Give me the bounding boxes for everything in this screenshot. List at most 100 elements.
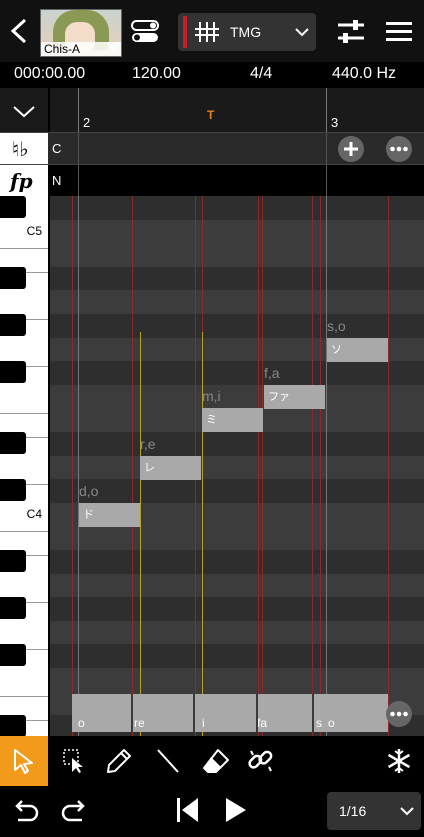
grid-line: [72, 196, 73, 736]
pitch-lane[interactable]: [50, 573, 424, 599]
chord-row[interactable]: ♮♭ C: [0, 132, 424, 165]
black-key[interactable]: [0, 550, 26, 572]
tempo-display[interactable]: 120.00: [132, 65, 181, 83]
note-lyric: s,o: [327, 317, 346, 334]
grid-line: [312, 196, 313, 736]
pitch-lane[interactable]: [50, 479, 424, 504]
pitch-lane[interactable]: [50, 266, 424, 292]
note-block[interactable]: ソ: [327, 337, 388, 362]
black-key[interactable]: [0, 196, 26, 218]
black-key[interactable]: [0, 644, 26, 667]
toggle-icon[interactable]: [131, 20, 159, 44]
undo-icon[interactable]: [12, 798, 40, 822]
more-options-icon[interactable]: [385, 700, 413, 728]
phoneme-divider: [312, 694, 314, 732]
pencil-icon[interactable]: [106, 748, 132, 774]
black-key[interactable]: [0, 715, 26, 736]
note-lyric: f,a: [264, 364, 280, 381]
measure-label: 3: [331, 115, 339, 130]
dynamics-button[interactable]: fp: [0, 165, 48, 196]
time-signature-display[interactable]: 4/4: [250, 65, 272, 83]
add-button[interactable]: [337, 135, 365, 163]
black-key[interactable]: [0, 432, 26, 454]
pitch-lane[interactable]: [50, 314, 424, 339]
chevron-down-icon[interactable]: [106, 40, 120, 52]
timeline-ruler[interactable]: 2 3 T: [50, 88, 424, 132]
track-name: TMG: [230, 24, 262, 40]
arrow-cursor-icon: [13, 748, 35, 774]
measure-label: 2: [83, 115, 91, 130]
black-key[interactable]: [0, 314, 26, 336]
c5-label: C5: [26, 223, 42, 238]
pitch-lane[interactable]: [50, 196, 424, 221]
sliders-icon[interactable]: [337, 19, 365, 45]
pitch-lane[interactable]: [50, 290, 424, 315]
quantize-select[interactable]: 1/16: [327, 792, 421, 830]
chevron-left-icon[interactable]: [8, 17, 30, 45]
grid-line: [78, 196, 79, 736]
note-block[interactable]: ミ: [202, 408, 263, 433]
range-select-icon[interactable]: [62, 748, 86, 774]
select-tool-button[interactable]: [0, 736, 48, 786]
note-block[interactable]: レ: [140, 455, 201, 480]
black-key[interactable]: [0, 361, 26, 384]
dynamics-row[interactable]: fp N: [0, 164, 424, 197]
info-bar: 000:00.00 120.00 4/4 440.0 Hz: [0, 62, 424, 88]
redo-icon[interactable]: [60, 798, 88, 822]
phoneme-divider: [131, 694, 133, 732]
key-signature-button[interactable]: ♮♭: [0, 133, 48, 164]
grid-line: [320, 196, 321, 736]
pitch-lane[interactable]: [50, 597, 424, 622]
eraser-icon[interactable]: [202, 748, 230, 774]
phoneme-label[interactable]: re: [134, 716, 145, 730]
time-display[interactable]: 000:00.00: [14, 65, 85, 83]
grid-line: [258, 196, 259, 736]
phoneme-label[interactable]: o: [78, 716, 85, 730]
phoneme-label[interactable]: fa: [257, 716, 267, 730]
black-key[interactable]: [0, 266, 26, 289]
sharp-flat-icon: ♮♭: [12, 137, 29, 161]
phoneme-divider: [256, 694, 258, 732]
pitch-lane[interactable]: [50, 219, 424, 245]
note-lyric: m,i: [202, 388, 221, 405]
grid-line: [262, 196, 263, 736]
link-icon[interactable]: [247, 748, 275, 774]
grid-line: [388, 196, 389, 736]
phoneme-label[interactable]: o: [328, 716, 335, 730]
line-icon[interactable]: [155, 748, 181, 774]
svg-text:♮♭: ♮♭: [12, 137, 29, 161]
piano-roll-grid[interactable]: d,o ド r,e レ m,i ミ f,a ファ s,o ソ o re i fa s o: [50, 196, 424, 736]
pitch-lane[interactable]: [50, 526, 424, 551]
play-icon[interactable]: [224, 797, 248, 823]
c4-label: C4: [26, 506, 42, 521]
note-block[interactable]: ファ: [264, 384, 325, 409]
pitch-lane[interactable]: [50, 644, 424, 669]
pitch-lane[interactable]: [50, 243, 424, 268]
more-options-icon[interactable]: [385, 135, 413, 163]
phoneme-bar[interactable]: [72, 694, 388, 732]
pitch-lane[interactable]: [50, 620, 424, 646]
tempo-marker[interactable]: T: [207, 108, 214, 122]
phoneme-label[interactable]: i: [202, 716, 205, 730]
transport-bar: 1/16: [0, 786, 424, 837]
top-bar: Chis-A TMG: [0, 0, 424, 62]
note-boundary-line: [140, 332, 141, 736]
skip-to-start-icon[interactable]: [176, 797, 200, 823]
track-selector[interactable]: TMG: [178, 13, 316, 51]
collapse-button[interactable]: [0, 88, 50, 132]
pitch-lane[interactable]: [50, 432, 424, 457]
pitch-lane[interactable]: [50, 668, 424, 693]
phoneme-label[interactable]: s: [316, 716, 322, 730]
snowflake-icon[interactable]: [386, 748, 412, 774]
black-key[interactable]: [0, 597, 26, 620]
note-block[interactable]: ド: [79, 502, 140, 527]
pitch-lane[interactable]: [50, 550, 424, 575]
tuning-display[interactable]: 440.0 Hz: [332, 65, 396, 83]
pitch-lane[interactable]: [50, 455, 424, 481]
hamburger-icon[interactable]: [386, 21, 412, 43]
chord-row-label: C: [52, 141, 62, 156]
pitch-lane[interactable]: [50, 361, 424, 386]
piano-keyboard[interactable]: C5 C4: [0, 196, 48, 736]
pitch-lane[interactable]: [50, 384, 424, 410]
black-key[interactable]: [0, 479, 26, 502]
